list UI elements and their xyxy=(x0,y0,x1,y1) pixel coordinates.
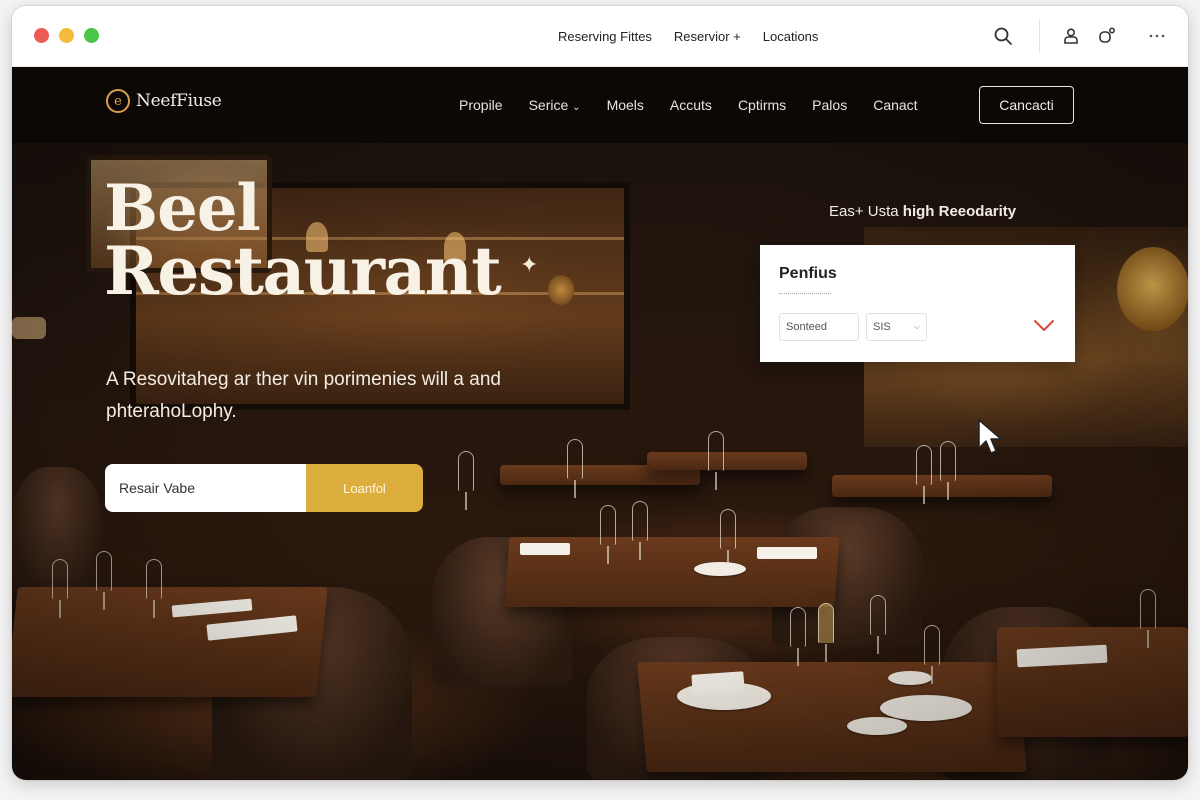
wall-lamp xyxy=(12,317,46,339)
hero-search-form: Loanfol xyxy=(105,464,423,512)
user-icon[interactable] xyxy=(1059,24,1083,48)
close-window-button[interactable] xyxy=(34,28,49,43)
nav-link-canact[interactable]: Canact xyxy=(873,97,917,113)
chrome-link-locations[interactable]: Locations xyxy=(763,29,819,44)
wine-glass xyxy=(818,603,834,662)
wine-glass xyxy=(96,551,112,610)
site-logo[interactable]: e NeefFiuse xyxy=(106,89,222,113)
logo-icon: e xyxy=(106,89,130,113)
wine-glass xyxy=(720,509,736,568)
booking-card: Penfius Sonteed SIS ⌵ xyxy=(760,245,1075,362)
chevron-down-icon: ⌵ xyxy=(913,322,920,331)
booking-select-1-value: Sonteed xyxy=(786,321,827,333)
nav-link-moels[interactable]: Moels xyxy=(607,97,644,113)
booking-card-title: Penfius xyxy=(779,265,837,282)
contact-button[interactable]: Cancacti xyxy=(979,86,1074,124)
plate xyxy=(694,562,746,576)
reservation-input[interactable] xyxy=(105,464,306,512)
napkin xyxy=(691,671,745,695)
chrome-divider xyxy=(1039,20,1040,52)
napkin xyxy=(520,543,570,555)
tagline-bold: high Reeodarity xyxy=(902,203,1017,220)
wine-glass xyxy=(146,559,162,618)
wall-plaque-small xyxy=(548,275,574,305)
wine-glass xyxy=(940,441,956,500)
nav-link-serice[interactable]: Serice ⌄ xyxy=(529,97,581,113)
wine-glass xyxy=(924,625,940,684)
hero-title-line2: Restaurant xyxy=(104,231,502,310)
napkin xyxy=(757,547,817,559)
more-icon[interactable] xyxy=(1145,24,1169,48)
wine-glass xyxy=(458,451,474,510)
booking-select-1[interactable]: Sonteed xyxy=(779,313,859,341)
booking-select-2[interactable]: SIS ⌵ xyxy=(866,313,927,341)
booking-select-2-value: SIS xyxy=(873,321,891,333)
nav-link-serice-label: Serice xyxy=(528,97,569,113)
restaurant-site: e NeefFiuse Propile Serice ⌄ Moels Accut… xyxy=(12,67,1188,780)
wine-glass xyxy=(567,439,583,498)
minimize-window-button[interactable] xyxy=(59,28,74,43)
dining-table xyxy=(997,627,1188,737)
hero-submit-button[interactable]: Loanfol xyxy=(306,464,423,512)
wine-glass xyxy=(708,431,724,490)
sparkle-icon: ✦ xyxy=(520,252,539,277)
wine-glass xyxy=(632,501,648,560)
chevron-down-icon[interactable] xyxy=(1033,318,1055,334)
maximize-window-button[interactable] xyxy=(84,28,99,43)
hero-subtitle: A Resovitaheg ar ther vin porimenies wil… xyxy=(106,369,501,422)
tagline-prefix: Eas+ Usta xyxy=(829,203,903,220)
wine-glass xyxy=(52,559,68,618)
logo-text: NeefFiuse xyxy=(136,91,222,111)
main-nav: Propile Serice ⌄ Moels Accuts Cptirms Pa… xyxy=(459,97,918,113)
wine-glass xyxy=(916,445,932,504)
hero-tagline: Eas+ Usta high Reeodarity xyxy=(829,203,1016,220)
browser-chrome: Reserving Fittes Reservior + Locations xyxy=(12,6,1188,67)
wine-glass xyxy=(1140,589,1156,648)
nav-link-cptirms[interactable]: Cptirms xyxy=(738,97,786,113)
plate xyxy=(880,695,972,721)
nav-link-palos[interactable]: Palos xyxy=(812,97,847,113)
wine-glass xyxy=(870,595,886,654)
wall-plaque xyxy=(1117,247,1188,331)
search-icon[interactable] xyxy=(991,24,1015,48)
dining-table xyxy=(647,452,807,470)
site-header: e NeefFiuse Propile Serice ⌄ Moels Accut… xyxy=(12,67,1188,143)
wine-glass xyxy=(790,607,806,666)
card-divider xyxy=(779,293,831,294)
chrome-link-reserving[interactable]: Reserving Fittes xyxy=(558,29,652,44)
mouse-cursor-icon xyxy=(978,419,1002,454)
plate xyxy=(847,717,907,735)
wine-glass xyxy=(600,505,616,564)
browser-window: Reserving Fittes Reservior + Locations e… xyxy=(12,6,1188,780)
nav-link-accuts[interactable]: Accuts xyxy=(670,97,712,113)
share-icon[interactable] xyxy=(1095,24,1119,48)
nav-link-propile[interactable]: Propile xyxy=(459,97,503,113)
hero-title-line1: Beel xyxy=(104,171,261,246)
chrome-link-reservior[interactable]: Reservior + xyxy=(674,29,741,44)
plate xyxy=(888,671,932,685)
chrome-links: Reserving Fittes Reservior + Locations xyxy=(558,29,818,44)
chevron-down-icon: ⌄ xyxy=(572,102,581,113)
hero-title: Beel Restaurant xyxy=(104,171,502,310)
